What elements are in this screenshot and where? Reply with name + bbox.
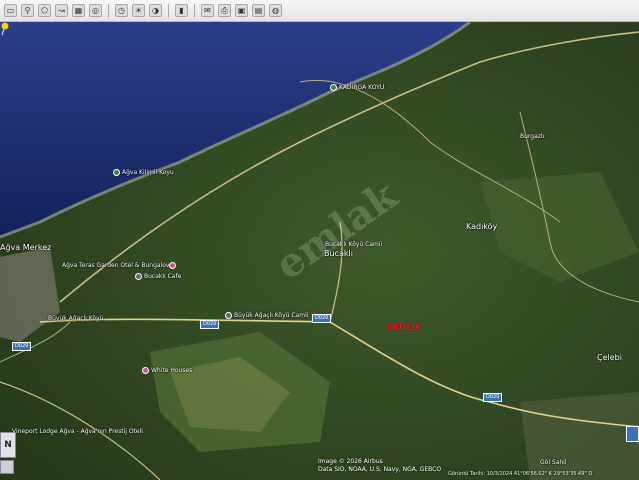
- label-bucakli-cami[interactable]: Bucaklı Köyü Camii: [325, 241, 382, 248]
- navigation-compass-icon[interactable]: N: [0, 432, 16, 458]
- google-earth-toolbar: ▭ ⚲ ⬠ ↝ ▦ ◎ ◷ ☀ ◑ ▮ ✉ ⎙ ▣ ▤ ◍: [0, 0, 639, 22]
- placemark-icon[interactable]: ⚲: [21, 4, 34, 17]
- mosque-pin-icon: [225, 312, 232, 319]
- label-buyuk-cami[interactable]: Büyük Ağaçlı Köyü Camii: [225, 312, 308, 319]
- path-icon[interactable]: ↝: [55, 4, 68, 17]
- label-burgazli[interactable]: Burgazlı: [520, 133, 544, 140]
- beach-pin-icon: [113, 169, 120, 176]
- print-icon[interactable]: ⎙: [218, 4, 231, 17]
- road-shield: D020: [483, 393, 503, 402]
- pushpin-icon[interactable]: [0, 22, 10, 36]
- toolbar-divider: [168, 3, 169, 18]
- beach-pin-icon: [330, 84, 337, 91]
- credit-line-2: Data SIO, NOAA, U.S. Navy, NGA, GEBCO: [318, 466, 442, 473]
- toolbar-divider: [194, 3, 195, 18]
- road-shield: D020: [312, 314, 332, 323]
- street-view-icon[interactable]: [626, 426, 639, 442]
- history-icon[interactable]: ◷: [115, 4, 128, 17]
- tour-icon[interactable]: ◎: [89, 4, 102, 17]
- polygon-icon[interactable]: ⬠: [38, 4, 51, 17]
- label-kadirga[interactable]: KADIRGA KOYU: [330, 84, 384, 91]
- road-shield: D020: [12, 342, 32, 351]
- imagery-credits: Image © 2026 Airbus Data SIO, NOAA, U.S.…: [318, 458, 441, 474]
- road-shield: D020: [200, 320, 220, 329]
- label-gol[interactable]: Göl Sahil: [540, 459, 567, 466]
- label-vineport[interactable]: Vineport Lodge Ağva - Ağva'nın Prestij O…: [12, 428, 143, 435]
- credit-line-1: Image © 2026 Airbus: [318, 458, 383, 465]
- hotel-pin-icon: [142, 367, 149, 374]
- overlay-icon[interactable]: ▦: [72, 4, 85, 17]
- earth-icon[interactable]: ◍: [269, 4, 282, 17]
- label-kilimli[interactable]: Ağva Kilimli Koyu: [113, 169, 174, 176]
- satellite-map-view[interactable]: emlak KADIRGA KOYU Ağva Kilimli Koyu Ağv…: [0, 22, 639, 480]
- label-bucakli[interactable]: Bucaklı: [324, 250, 353, 258]
- rectangle-select-icon[interactable]: ▭: [4, 4, 17, 17]
- zoom-slider-icon[interactable]: [0, 460, 14, 474]
- toolbar-divider: [108, 3, 109, 18]
- label-kadikoy[interactable]: Kadıköy: [466, 223, 497, 231]
- email-icon[interactable]: ✉: [201, 4, 214, 17]
- save-image-icon[interactable]: ▣: [235, 4, 248, 17]
- sun-icon[interactable]: ☀: [132, 4, 145, 17]
- sale-marker-label[interactable]: SATILIK: [386, 323, 421, 333]
- planets-icon[interactable]: ◑: [149, 4, 162, 17]
- hotel-pin-icon: [169, 262, 177, 269]
- label-teras[interactable]: Ağva Teras Garden Otel & Bungalov: [62, 262, 178, 269]
- label-bucakli-cafe[interactable]: Bucaklı Cafe: [135, 273, 181, 280]
- label-merkez[interactable]: Ağva Merkez: [0, 244, 51, 252]
- ruler-icon[interactable]: ▮: [175, 4, 188, 17]
- cafe-pin-icon: [135, 273, 142, 280]
- label-celebi[interactable]: Çelebi: [597, 354, 622, 362]
- label-buyuk[interactable]: Büyük Ağaçlı Köyü: [48, 315, 103, 322]
- status-bar: Görüntü Tarihi: 10/3/2024 41°06'56.62" K…: [448, 471, 593, 477]
- maps-icon[interactable]: ▤: [252, 4, 265, 17]
- label-white-houses[interactable]: White Houses: [142, 367, 192, 374]
